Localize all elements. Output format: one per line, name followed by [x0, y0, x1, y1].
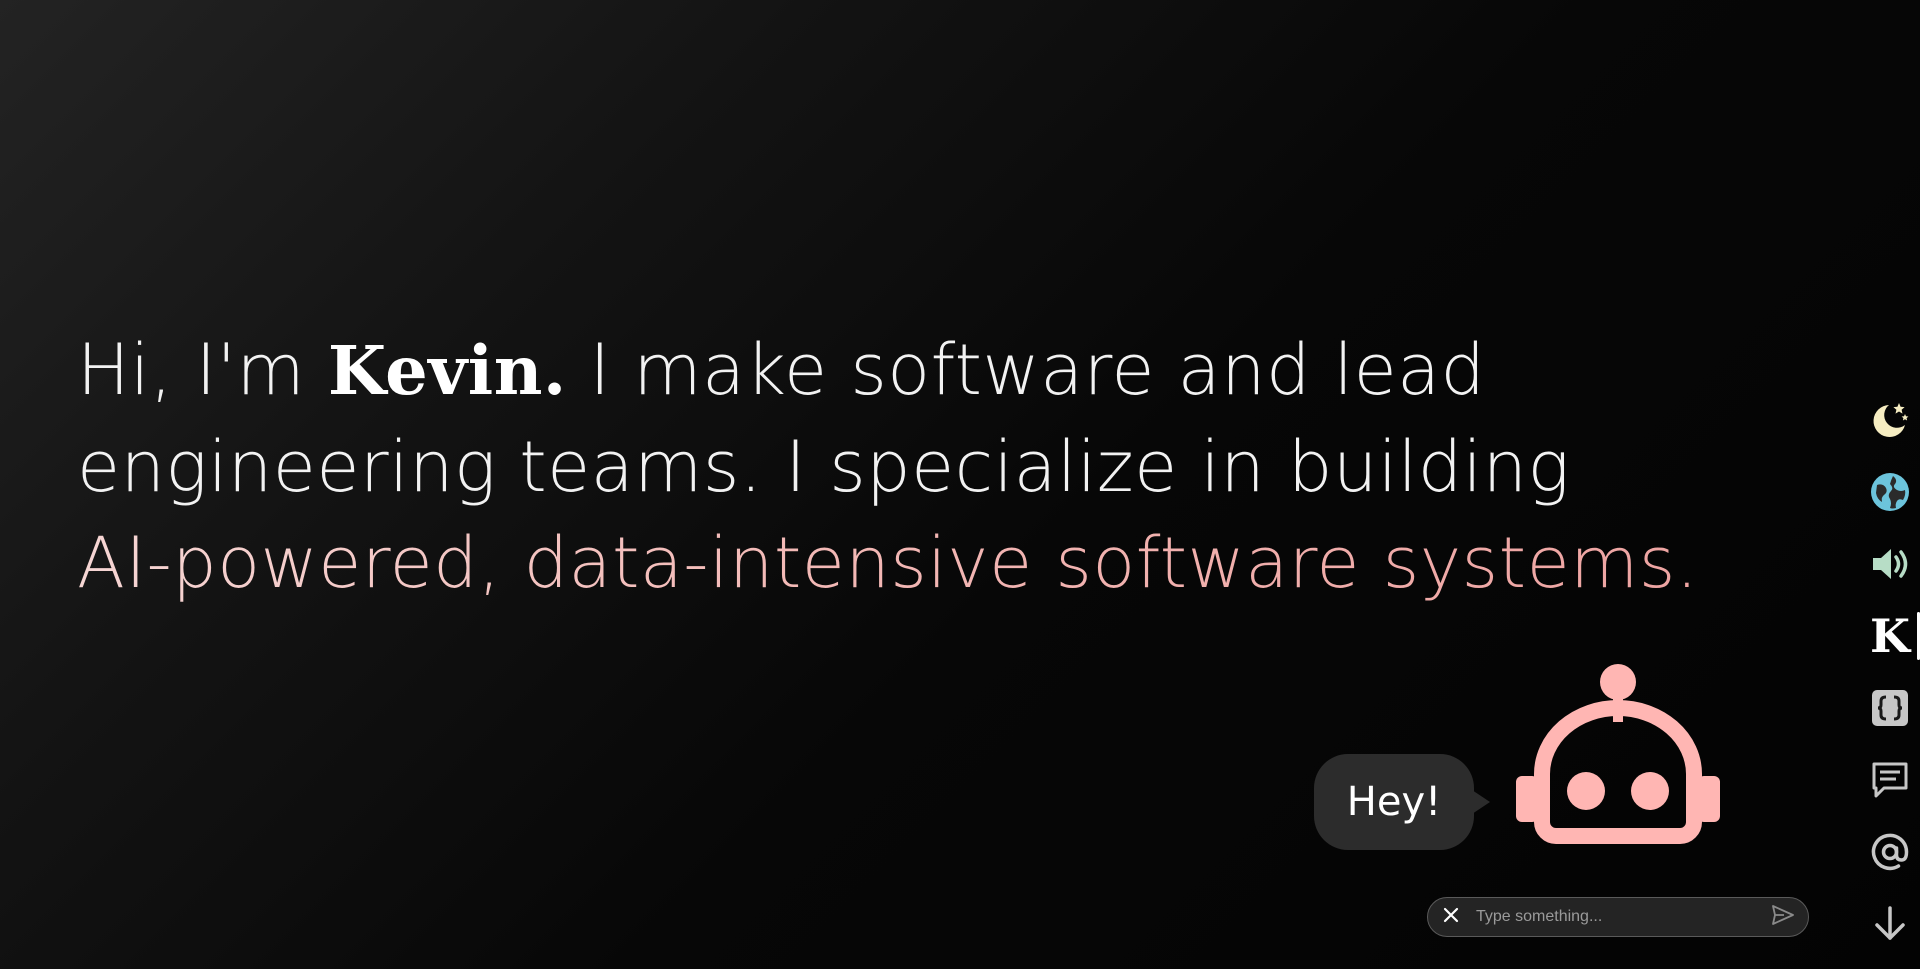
- chat-message-input[interactable]: [1474, 907, 1770, 927]
- chat-section-button[interactable]: [1860, 744, 1920, 816]
- hero-specialty: AI-powered, data-intensive software syst…: [77, 515, 1699, 611]
- theme-toggle-button[interactable]: [1860, 384, 1920, 456]
- at-icon: [1869, 831, 1911, 873]
- chatbot-speech-bubble: Hey!: [1314, 754, 1490, 850]
- robot-icon: [1512, 664, 1724, 860]
- comment-icon: [1870, 760, 1910, 800]
- hero-line-1-rest: I make software and lead: [566, 329, 1486, 411]
- home-logo-button[interactable]: K: [1860, 600, 1920, 672]
- hero-name: Kevin.: [327, 331, 567, 410]
- close-icon: [1443, 907, 1459, 928]
- sound-toggle-button[interactable]: [1860, 528, 1920, 600]
- chatbot-greeting: Hey!: [1346, 779, 1442, 825]
- hero-line-2: engineering teams. I specialize in build…: [77, 426, 1570, 508]
- scroll-down-button[interactable]: [1860, 888, 1920, 960]
- chat-send-button[interactable]: [1770, 904, 1796, 930]
- speaker-icon: [1869, 543, 1911, 585]
- language-button[interactable]: [1860, 456, 1920, 528]
- hero-line-1: Hi, I'm Kevin. I make software and lead: [77, 322, 1797, 419]
- hero-intro: Hi, I'm Kevin. I make software and lead …: [77, 322, 1797, 611]
- hero-intro-greeting: Hi, I'm: [77, 329, 328, 411]
- send-icon: [1772, 904, 1794, 930]
- side-navigation: K: [1860, 384, 1920, 960]
- chat-input-bar: [1427, 897, 1809, 937]
- k-logo: K: [1870, 609, 1910, 663]
- arrow-down-icon: [1870, 904, 1910, 944]
- contact-button[interactable]: [1860, 816, 1920, 888]
- chatbot-robot[interactable]: [1512, 662, 1724, 856]
- globe-icon: [1869, 471, 1911, 513]
- chat-close-button[interactable]: [1438, 904, 1464, 930]
- code-braces-icon: [1870, 688, 1910, 728]
- code-section-button[interactable]: [1860, 672, 1920, 744]
- moon-stars-icon: [1869, 399, 1911, 441]
